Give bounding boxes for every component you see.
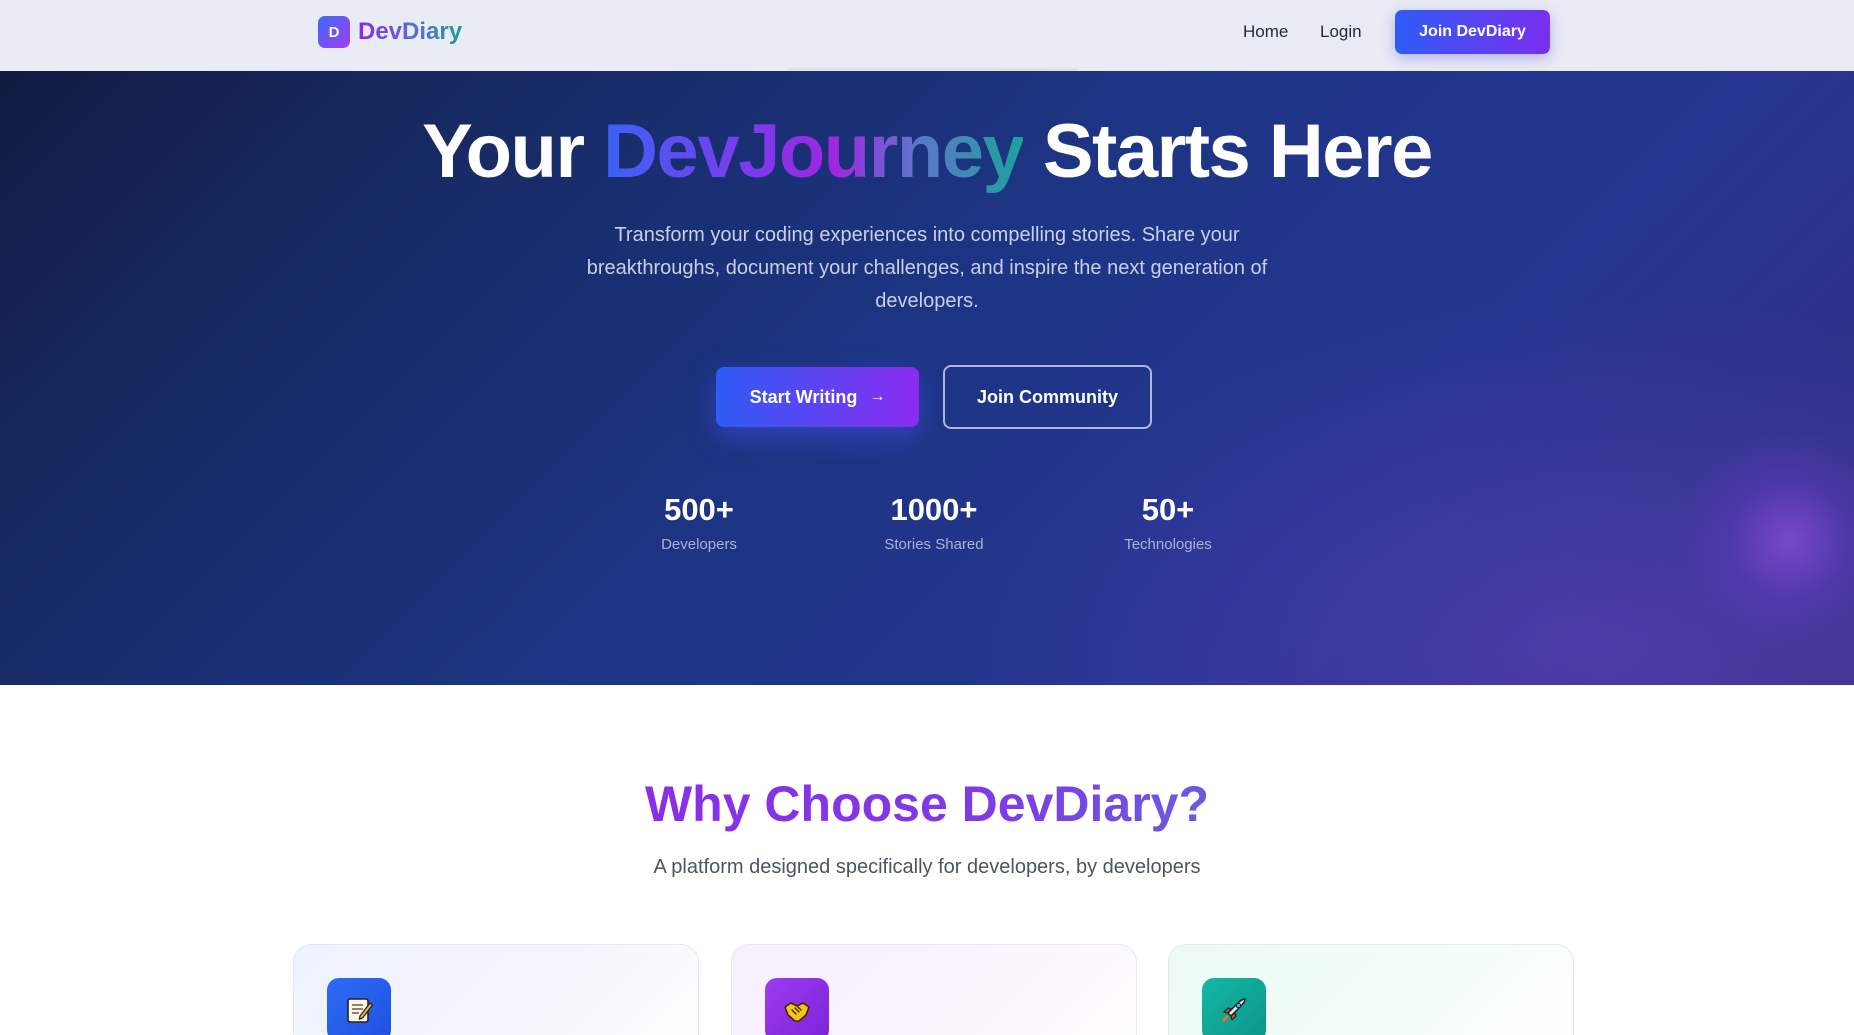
arrow-right-icon: → (869, 388, 886, 405)
brand-logo-icon: D (318, 16, 350, 48)
page: Your DevJourney Starts Here Transform yo… (0, 0, 1854, 1035)
hero-title-accent: DevJourney (603, 109, 1025, 194)
brand-name: DevDiary (358, 18, 463, 45)
handshake-icon-svg (784, 1002, 810, 1022)
memo-icon-svg (347, 998, 374, 1023)
start-writing-label: Start Writing (749, 386, 858, 407)
features-subtitle: A platform designed specifically for dev… (653, 856, 1201, 878)
hero-title-prefix: Your (422, 109, 604, 194)
rocket-icon (1202, 978, 1266, 1035)
brand-logo-link[interactable]: D DevDiary (318, 16, 462, 48)
stat-label: Stories Shared (884, 536, 984, 553)
join-devdiary-button[interactable]: Join DevDiary (1395, 10, 1550, 54)
features-title-text: Why Choose DevDiary? (644, 776, 1209, 832)
features-title: Why Choose DevDiary? (0, 774, 1854, 834)
stat-technologies: 50+ Technologies (1058, 490, 1278, 554)
navbar: D DevDiary Home Login Join DevDiary (0, 0, 1854, 71)
stat-value: 500+ (664, 492, 734, 527)
navbar-divider (788, 68, 1078, 71)
stat-value: 1000+ (890, 492, 978, 527)
rocket-icon-svg (1222, 998, 1246, 1022)
stat-label: Technologies (1124, 536, 1212, 553)
stat-label: Developers (661, 536, 737, 553)
start-writing-button[interactable]: Start Writing → (716, 367, 919, 427)
stat-stories-shared: 1000+ Stories Shared (824, 490, 1044, 554)
nav-link-home[interactable]: Home (1243, 22, 1288, 42)
hero-title-suffix: Starts Here (1023, 109, 1434, 194)
hero-section: Your DevJourney Starts Here Transform yo… (0, 0, 1854, 685)
feature-card (731, 944, 1137, 1035)
memo-icon (327, 978, 391, 1035)
feature-card (1168, 944, 1574, 1035)
stat-developers: 500+ Developers (589, 490, 809, 554)
hero-subtitle: Transform your coding experiences into c… (586, 224, 1268, 312)
nav-link-login[interactable]: Login (1320, 22, 1362, 42)
stat-value: 50+ (1141, 492, 1195, 527)
handshake-icon (765, 978, 829, 1035)
hero-title: Your DevJourney Starts Here (0, 108, 1854, 196)
join-community-button[interactable]: Join Community (943, 365, 1152, 429)
feature-card (293, 944, 699, 1035)
